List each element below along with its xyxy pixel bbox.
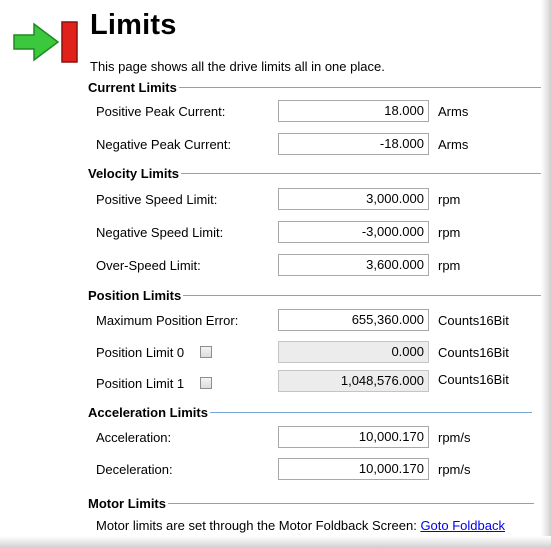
torn-edge-right xyxy=(541,0,551,548)
section-heading: Position Limits xyxy=(88,288,182,303)
max-position-error-label: Maximum Position Error: xyxy=(96,313,239,328)
section-motor-limits: Motor Limits xyxy=(88,496,534,511)
section-heading: Velocity Limits xyxy=(88,166,180,181)
position-limit-0-label: Position Limit 0 xyxy=(96,345,185,360)
section-heading: Acceleration Limits xyxy=(88,405,208,420)
section-divider xyxy=(178,87,549,88)
negative-speed-limit-input[interactable]: -3,000.000 xyxy=(278,221,429,243)
positive-speed-limit-input[interactable]: 3,000.000 xyxy=(278,188,429,210)
section-acceleration-limits: Acceleration Limits xyxy=(88,405,532,420)
motor-limits-note-text: Motor limits are set through the Motor F… xyxy=(96,518,417,533)
positive-peak-current-unit: Arms xyxy=(438,104,469,119)
limits-page: Limits This page shows all the drive lim… xyxy=(0,0,551,548)
position-limit-0-input: 0.000 xyxy=(278,341,429,363)
over-speed-limit-input[interactable]: 3,600.000 xyxy=(278,254,429,276)
negative-peak-current-label: Negative Peak Current: xyxy=(96,137,232,152)
positive-speed-limit-unit: rpm xyxy=(438,192,461,207)
acceleration-unit: rpm/s xyxy=(438,430,471,445)
position-limit-1-unit: Counts16Bit xyxy=(438,372,509,387)
acceleration-label: Acceleration: xyxy=(96,430,172,445)
page-title: Limits xyxy=(90,9,177,41)
limits-arrow-icon xyxy=(13,21,78,63)
max-position-error-input[interactable]: 655,360.000 xyxy=(278,309,429,331)
positive-peak-current-input[interactable]: 18.000 xyxy=(278,100,429,122)
motor-limits-note: Motor limits are set through the Motor F… xyxy=(96,518,505,533)
section-heading: Motor Limits xyxy=(88,496,166,511)
negative-peak-current-input[interactable]: -18.000 xyxy=(278,133,429,155)
position-limit-0-unit: Counts16Bit xyxy=(438,345,509,360)
section-divider xyxy=(168,503,534,504)
acceleration-input[interactable]: 10,000.170 xyxy=(278,426,429,448)
section-velocity-limits: Velocity Limits xyxy=(88,166,551,181)
section-divider xyxy=(209,412,532,413)
position-limit-0-checkbox[interactable] xyxy=(200,346,212,358)
position-limit-1-label: Position Limit 1 xyxy=(96,376,185,391)
section-position-limits: Position Limits xyxy=(88,288,548,303)
deceleration-label: Deceleration: xyxy=(96,462,173,477)
section-divider xyxy=(181,173,551,174)
positive-peak-current-label: Positive Peak Current: xyxy=(96,104,226,119)
over-speed-limit-unit: rpm xyxy=(438,258,461,273)
section-current-limits: Current Limits xyxy=(88,80,549,95)
page-description: This page shows all the drive limits all… xyxy=(90,59,385,74)
max-position-error-unit: Counts16Bit xyxy=(438,313,509,328)
negative-peak-current-unit: Arms xyxy=(438,137,469,152)
negative-speed-limit-unit: rpm xyxy=(438,225,461,240)
over-speed-limit-label: Over-Speed Limit: xyxy=(96,258,201,273)
negative-speed-limit-label: Negative Speed Limit: xyxy=(96,225,224,240)
position-limit-1-checkbox[interactable] xyxy=(200,377,212,389)
goto-foldback-link[interactable]: Goto Foldback xyxy=(420,518,505,533)
deceleration-unit: rpm/s xyxy=(438,462,471,477)
section-heading: Current Limits xyxy=(88,80,177,95)
torn-edge-bottom xyxy=(0,536,551,548)
deceleration-input[interactable]: 10,000.170 xyxy=(278,458,429,480)
section-divider xyxy=(183,295,548,296)
position-limit-1-input: 1,048,576.000 xyxy=(278,370,429,392)
positive-speed-limit-label: Positive Speed Limit: xyxy=(96,192,218,207)
